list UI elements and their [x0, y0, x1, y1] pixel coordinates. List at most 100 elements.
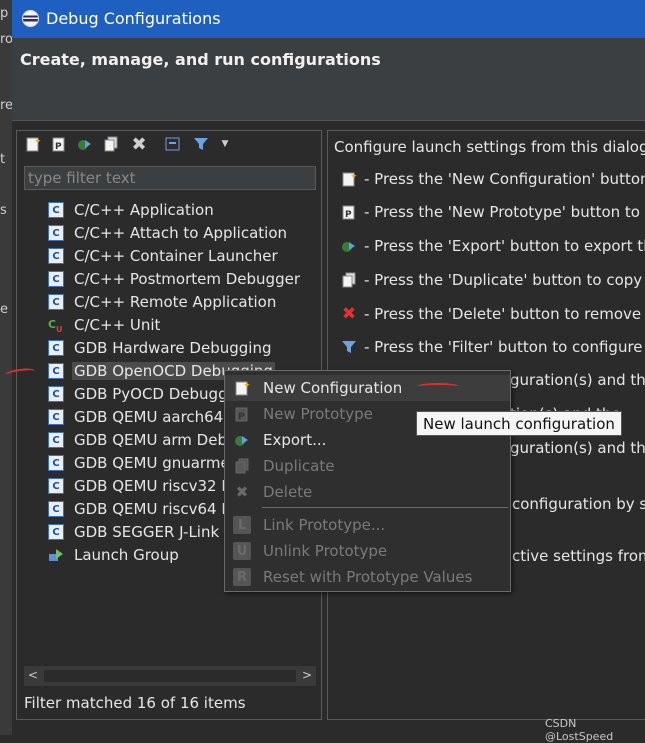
- menu-item-link-prototype[interactable]: L Link Prototype...: [225, 512, 510, 538]
- tree-item-label: GDB QEMU riscv32 D: [74, 477, 233, 495]
- collapse-all-icon[interactable]: [164, 135, 182, 153]
- tree-item-c-postmortem[interactable]: C C/C++ Postmortem Debugger: [24, 268, 316, 290]
- export-icon: [233, 431, 251, 449]
- tree-item-c-container[interactable]: C C/C++ Container Launcher: [24, 245, 316, 267]
- svg-text:✦: ✦: [350, 172, 357, 182]
- reset-prototype-icon: R: [233, 568, 251, 586]
- new-prototype-icon: P: [340, 203, 358, 221]
- hint-text-fragment: guration(s) and the: [510, 439, 645, 457]
- menu-item-label: Reset with Prototype Values: [263, 568, 473, 586]
- tree-item-label: Launch Group: [74, 546, 179, 564]
- tree-item-label: GDB SEGGER J-Link D: [74, 523, 236, 541]
- export-icon[interactable]: [76, 135, 94, 153]
- intro-text: Configure launch settings from this dial…: [334, 138, 645, 156]
- tooltip: New launch configuration: [416, 411, 622, 436]
- hint-text-fragment: ctive settings from: [512, 547, 645, 565]
- c-config-icon: C: [48, 363, 64, 379]
- c-config-icon: C: [48, 409, 64, 425]
- c-config-icon: C: [48, 432, 64, 448]
- hint-new-configuration: ✦ - Press the 'New Configuration' button: [340, 168, 645, 190]
- new-config-icon[interactable]: ✦: [24, 135, 42, 153]
- menu-item-label: Export...: [263, 431, 327, 449]
- c-config-icon: C: [48, 455, 64, 471]
- c-config-icon: C: [48, 202, 64, 218]
- c-config-icon: C: [48, 271, 64, 287]
- dropdown-arrow-icon[interactable]: ▼: [216, 135, 234, 153]
- hint-text: - Press the 'Delete' button to remove t: [364, 305, 645, 323]
- tree-item-label: GDB QEMU gnuarme: [74, 454, 230, 472]
- eclipse-icon: [22, 10, 39, 27]
- menu-item-label: Link Prototype...: [263, 516, 386, 534]
- menu-item-duplicate[interactable]: Duplicate: [225, 453, 510, 479]
- c-unit-icon: CU: [48, 317, 64, 333]
- c-config-icon: C: [48, 340, 64, 356]
- tree-item-label: GDB Hardware Debugging: [74, 339, 272, 357]
- menu-item-label: Duplicate: [263, 457, 335, 475]
- annotation-underline: [417, 383, 459, 390]
- tree-item-c-remote[interactable]: C C/C++ Remote Application: [24, 291, 316, 313]
- scroll-right-icon[interactable]: >: [302, 668, 312, 682]
- tree-item-c-application[interactable]: C C/C++ Application: [24, 199, 316, 221]
- hint-text: - Press the 'New Configuration' button: [364, 170, 645, 188]
- tree-item-c-attach[interactable]: C C/C++ Attach to Application: [24, 222, 316, 244]
- svg-text:P: P: [55, 142, 62, 152]
- menu-item-label: New Configuration: [263, 379, 403, 397]
- hint-new-prototype: P - Press the 'New Prototype' button to …: [340, 201, 645, 223]
- hint-text-fragment: guration(s) and the: [510, 371, 645, 389]
- hint-text-fragment: configuration by se: [512, 495, 645, 513]
- scroll-left-icon[interactable]: <: [28, 668, 38, 682]
- c-config-icon: C: [48, 386, 64, 402]
- svg-text:P: P: [345, 210, 352, 220]
- hint-duplicate: - Press the 'Duplicate' button to copy t: [340, 269, 645, 291]
- filter-icon[interactable]: [192, 135, 210, 153]
- new-prototype-icon: P: [233, 405, 251, 423]
- tree-item-label: C/C++ Unit: [74, 316, 161, 334]
- bg-text: t: [0, 152, 6, 167]
- c-config-icon: C: [48, 478, 64, 494]
- export-icon: [340, 237, 358, 255]
- filter-status: Filter matched 16 of 16 items: [24, 694, 246, 712]
- hint-text: - Press the 'Export' button to export th: [364, 237, 645, 255]
- c-config-icon: C: [48, 501, 64, 517]
- menu-separator: [262, 507, 508, 508]
- c-config-icon: C: [48, 294, 64, 310]
- c-config-icon: C: [48, 248, 64, 264]
- watermark: CSDN @LostSpeed: [545, 717, 614, 743]
- svg-text:U: U: [56, 325, 63, 333]
- menu-item-label: Delete: [263, 483, 313, 501]
- menu-item-new-configuration[interactable]: ✦ New Configuration: [225, 375, 510, 401]
- hint-text: - Press the 'New Prototype' button to c: [364, 203, 645, 221]
- tree-item-label: GDB QEMU riscv64 D: [74, 500, 233, 518]
- filter-input[interactable]: [24, 166, 316, 190]
- tree-item-label: C/C++ Remote Application: [74, 293, 277, 311]
- scrollbar-track[interactable]: [44, 670, 296, 682]
- menu-item-delete[interactable]: ✖ Delete: [225, 479, 510, 505]
- svg-text:✦: ✦: [243, 381, 250, 391]
- hint-text: - Press the 'Filter' button to configure…: [364, 338, 645, 356]
- tree-item-label: C/C++ Postmortem Debugger: [74, 270, 300, 288]
- tree-item-label: GDB QEMU aarch64 D: [74, 408, 240, 426]
- delete-icon[interactable]: ✖: [130, 134, 148, 155]
- tree-item-c-unit[interactable]: CU C/C++ Unit: [24, 314, 316, 336]
- new-prototype-icon[interactable]: P: [50, 135, 68, 153]
- header-divider: [12, 120, 645, 121]
- duplicate-icon: [340, 271, 358, 289]
- hint-text: - Press the 'Duplicate' button to copy t: [364, 271, 645, 289]
- duplicate-icon: [233, 457, 251, 475]
- menu-item-reset-prototype[interactable]: R Reset with Prototype Values: [225, 564, 510, 590]
- tree-item-label: C/C++ Container Launcher: [74, 247, 278, 265]
- duplicate-icon[interactable]: [102, 135, 120, 153]
- tree-item-gdb-hardware[interactable]: C GDB Hardware Debugging: [24, 337, 316, 359]
- menu-item-unlink-prototype[interactable]: U Unlink Prototype: [225, 538, 510, 564]
- delete-icon: ✖: [341, 304, 357, 324]
- tree-item-label: C/C++ Attach to Application: [74, 224, 288, 242]
- delete-icon: ✖: [235, 483, 249, 501]
- link-prototype-icon: L: [233, 516, 251, 534]
- c-config-icon: C: [48, 225, 64, 241]
- window-title: Debug Configurations: [46, 9, 221, 28]
- svg-text:✦: ✦: [34, 137, 41, 147]
- hint-export: - Press the 'Export' button to export th: [340, 235, 645, 257]
- svg-text:P: P: [238, 412, 245, 422]
- menu-item-label: Unlink Prototype: [263, 542, 388, 560]
- c-config-icon: C: [48, 524, 64, 540]
